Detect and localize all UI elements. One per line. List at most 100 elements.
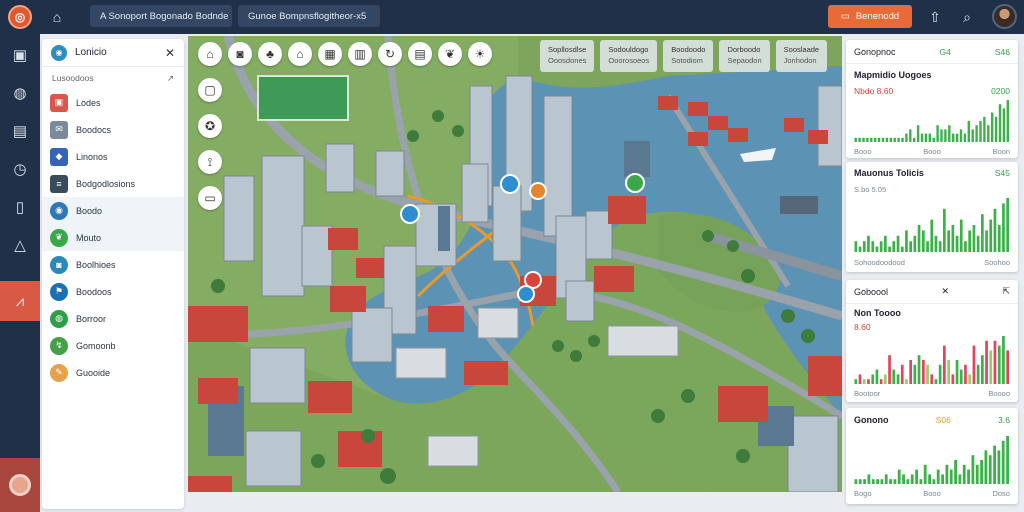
chart-bar <box>888 355 891 384</box>
sidebar-item-label: Boodocs <box>76 124 112 135</box>
chart-bar <box>963 133 967 142</box>
chart-icon[interactable]: ⩘ <box>0 281 40 321</box>
context-pill[interactable]: Gunoe Bompnsflogitheor-x5 <box>238 5 380 27</box>
chart-bar <box>862 137 865 142</box>
breadcrumb-pill[interactable]: A Sonoport Bogonado Bodnde <box>90 5 232 27</box>
chart-bar <box>947 230 950 252</box>
chart-bar <box>913 137 916 142</box>
chart-bar <box>916 125 920 142</box>
map-tab[interactable]: Dorboodo Sepaodon <box>719 40 770 72</box>
building-icon[interactable]: ⌂ <box>198 42 222 66</box>
sun-icon[interactable]: ☀ <box>468 42 492 66</box>
chart-bar <box>975 464 979 484</box>
compass-icon[interactable]: ✪ <box>198 114 222 138</box>
stat-card-4[interactable]: Gonono S06 3.6 Bogo Booo Doso <box>846 408 1018 504</box>
sidebar-item[interactable]: ▣ Lodes <box>42 89 184 116</box>
expand-icon[interactable]: ⇱ <box>1002 286 1010 297</box>
panel-header-icon: ◉ <box>51 44 67 61</box>
chart-bar <box>955 235 959 252</box>
chart-bar <box>876 479 879 484</box>
chart-bar <box>997 450 1001 484</box>
map-view[interactable]: ⌂ ◙ ♣ ⌂ ▦ ▥ ↻ ▤ ❦ ☀ ▢ ✪ ⟟ ▭ Sopllosdlse O… <box>188 36 842 492</box>
chart-bar <box>1002 203 1005 252</box>
chart-bar <box>854 241 858 252</box>
sidebar-list: ▣ Lodes ✉ Boodocs ◆ Linonos ≡ Bodgodlosions ◉ Boo… <box>42 89 184 386</box>
logo-icon[interactable]: ◎ <box>8 5 32 29</box>
leaf-icon[interactable]: ❦ <box>438 42 462 66</box>
clock-icon[interactable]: ◷ <box>0 150 40 188</box>
stat-card-2[interactable]: Mauonus Tolicis S45 S.bo 5.05 Sohoodoodo… <box>846 162 1018 272</box>
search-icon[interactable]: ⌕ <box>956 6 978 28</box>
tree-icon[interactable]: ♣ <box>258 42 282 66</box>
profile-button[interactable] <box>0 458 40 512</box>
lock-icon[interactable]: ▢ <box>198 78 222 102</box>
chart-bar <box>985 230 988 252</box>
layers-icon[interactable]: ▣ <box>0 36 40 74</box>
sidebar-item[interactable]: ⚑ Boodoos <box>42 278 184 305</box>
chart-bar <box>910 474 914 484</box>
chart-bar <box>854 379 858 384</box>
card-4-value2: 3.6 <box>998 415 1010 425</box>
globe-icon[interactable]: ◍ <box>0 74 40 112</box>
bag-icon[interactable]: ▥ <box>348 42 372 66</box>
breadcrumb-text: A Sonoport Bogonado Bodnde <box>100 10 229 22</box>
chart-bar <box>877 137 881 142</box>
chart-bar <box>1006 100 1009 142</box>
avatar[interactable] <box>992 4 1017 29</box>
arrow-icon[interactable]: ↗ <box>167 73 174 84</box>
primary-action-button[interactable]: ▭ Benenodd <box>828 5 912 28</box>
chart-bar <box>892 369 896 384</box>
chart-bar <box>954 460 957 484</box>
chart-bar <box>964 364 967 384</box>
card-3-axis-label: Bootoor <box>854 388 881 398</box>
refresh-icon[interactable]: ↻ <box>378 42 402 66</box>
map-toolbar-top: ⌂ ◙ ♣ ⌂ ▦ ▥ ↻ ▤ ❦ ☀ <box>198 42 492 66</box>
chart-bar <box>938 241 942 252</box>
camera-icon: ◙ <box>50 255 68 274</box>
card-3-chart <box>854 336 1009 384</box>
home-icon[interactable]: ⌂ <box>288 42 312 66</box>
card-1-subtitle: Mapmidio Uogoes <box>854 70 932 80</box>
sidebar-item[interactable]: ≡ Bodgodlosions <box>42 170 184 197</box>
sidebar-item[interactable]: ✎ Guooide <box>42 359 184 386</box>
sidebar-item[interactable]: ◆ Linonos <box>42 143 184 170</box>
chart-bar <box>919 479 923 484</box>
close-icon[interactable]: ✕ <box>941 286 949 297</box>
card-1-title: Gonopnoc <box>854 46 896 57</box>
book-icon[interactable]: ⌂ <box>46 6 68 28</box>
map-tab[interactable]: Boodoodo Sotodiom <box>663 40 714 72</box>
walk-icon[interactable]: ⇧ <box>924 6 946 28</box>
chart-bar <box>958 474 962 484</box>
sidebar-item[interactable]: ◍ Borroor <box>42 305 184 332</box>
map-tab[interactable]: Sooslaade Jonhodon <box>775 40 828 72</box>
factory-icon[interactable]: ▦ <box>318 42 342 66</box>
info-icon[interactable]: ▯ <box>0 188 40 226</box>
map-tab[interactable]: Sopllosdlse Ooosdones <box>540 40 595 72</box>
map-tab[interactable]: Sodouldogo Ooorosoeos <box>600 40 658 72</box>
card-1-axis-label: Booo <box>923 146 941 156</box>
briefcase-icon[interactable]: ▤ <box>0 112 40 150</box>
clipboard-icon[interactable]: ▭ <box>198 186 222 210</box>
chart-bar <box>896 374 900 384</box>
city-icon[interactable]: ▤ <box>408 42 432 66</box>
stat-card-3[interactable]: Goboool ✕ ⇱ Non Toooo 8.60 Bootoor Boooo <box>846 280 1018 402</box>
chart-bar <box>959 219 963 252</box>
chart-bar <box>993 445 996 484</box>
alert-icon[interactable]: △ <box>0 226 40 264</box>
close-icon[interactable]: ✕ <box>165 46 175 60</box>
sidebar-item[interactable]: ◙ Boolhioes <box>42 251 184 278</box>
chart-bar <box>971 455 975 484</box>
ticket-icon: ▭ <box>840 11 850 22</box>
stat-card-1[interactable]: Gonopnoc G4 S46 Mapmidio Uogoes Nbdo 8.6… <box>846 40 1018 158</box>
chart-bar <box>874 137 877 142</box>
sidebar-item[interactable]: ❦ Mouto <box>42 224 184 251</box>
chart-bar <box>1006 198 1009 252</box>
camera-icon[interactable]: ◙ <box>228 42 252 66</box>
sidebar-item[interactable]: ✉ Boodocs <box>42 116 184 143</box>
sidebar-item[interactable]: ◉ Boodo <box>42 197 184 224</box>
route-icon[interactable]: ⟟ <box>198 150 222 174</box>
chart-bar <box>862 241 866 252</box>
chart-bar <box>962 464 966 484</box>
chart-bar <box>854 137 857 142</box>
sidebar-item[interactable]: ↯ Gomoonb <box>42 332 184 359</box>
